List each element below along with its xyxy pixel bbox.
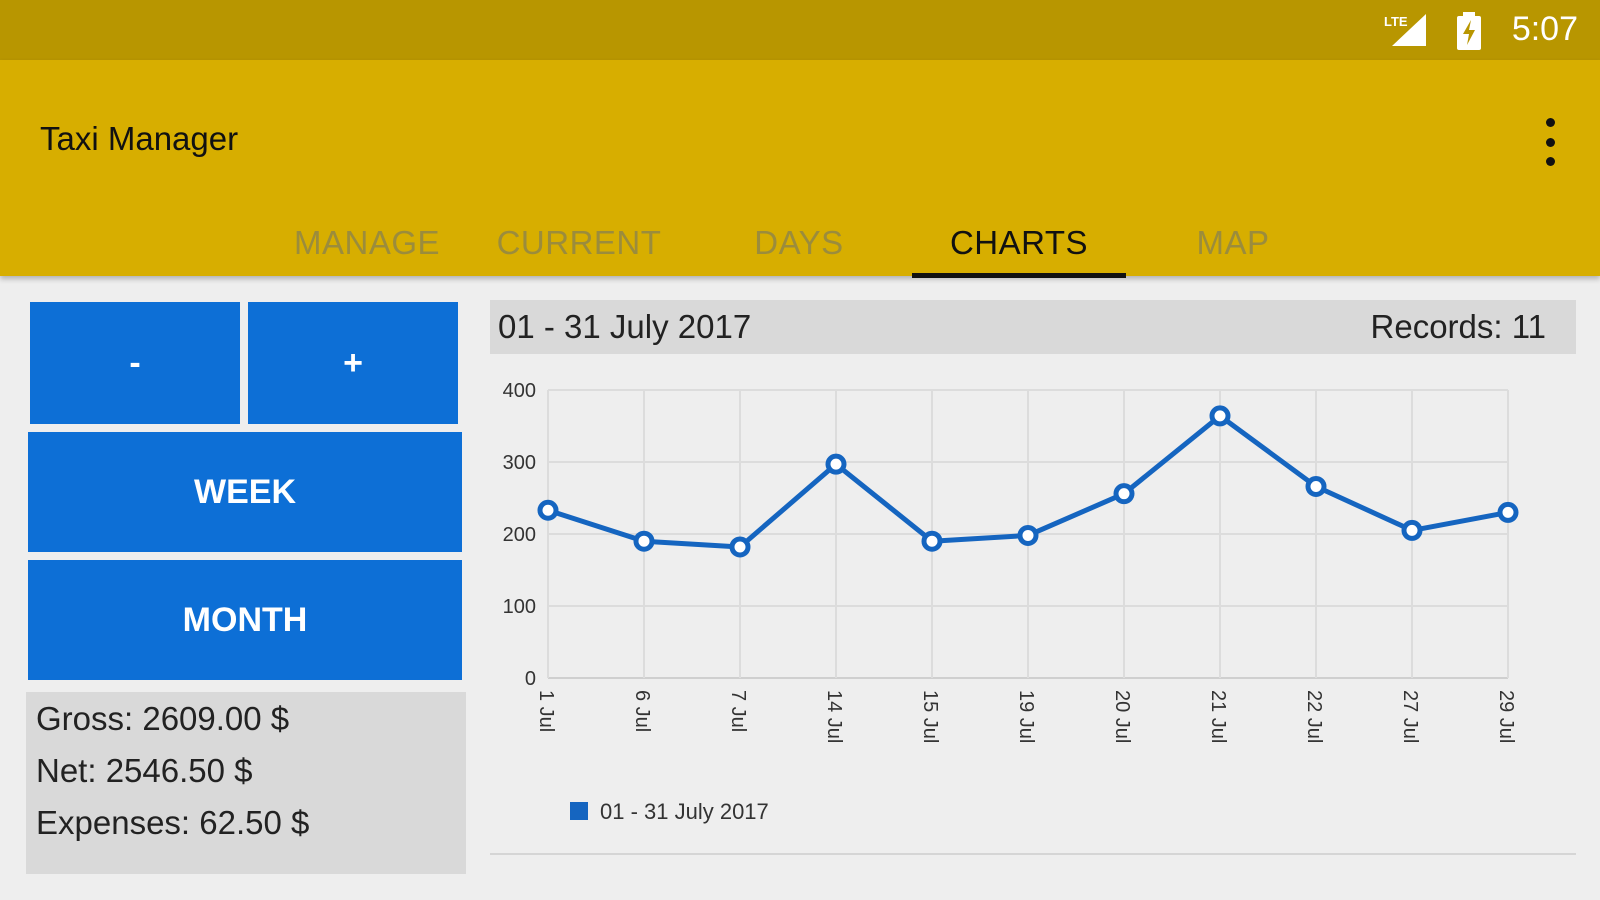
data-point <box>1209 405 1231 427</box>
week-button[interactable]: WEEK <box>28 432 462 552</box>
x-tick-label: 6 Jul <box>631 690 653 732</box>
tab-map[interactable]: MAP <box>1126 210 1340 276</box>
tab-days[interactable]: DAYS <box>692 210 906 276</box>
x-tick-label: 29 Jul <box>1495 690 1517 743</box>
next-period-button[interactable]: + <box>248 302 458 424</box>
net-value: Net: 2546.50 $ <box>36 752 253 789</box>
chart-divider <box>490 853 1576 855</box>
x-tick-label: 27 Jul <box>1399 690 1421 743</box>
y-tick-label: 400 <box>503 380 536 402</box>
y-tick-label: 300 <box>503 452 536 474</box>
data-point <box>1113 483 1135 505</box>
data-point <box>537 499 559 521</box>
y-tick-label: 100 <box>503 596 536 618</box>
data-point <box>633 530 655 552</box>
lte-signal-icon: LTE <box>1384 14 1426 46</box>
x-tick-label: 7 Jul <box>727 690 749 732</box>
data-point <box>729 536 751 558</box>
app-bar: Taxi Manager MANAGE CURRENT DAYS CHARTS … <box>0 60 1600 278</box>
tab-manage[interactable]: MANAGE <box>260 210 474 276</box>
x-tick-label: 1 Jul <box>535 690 557 732</box>
data-point <box>1401 519 1423 541</box>
chart-panel: 01 - 31 July 2017 Records: 11 0 100 200 300… <box>490 300 1576 856</box>
x-tick-label: 22 Jul <box>1303 690 1325 743</box>
summary-stats: Gross: 2609.00 $ Net: 2546.50 $ Expenses… <box>26 692 466 874</box>
tab-charts[interactable]: CHARTS <box>912 210 1126 278</box>
app-title: Taxi Manager <box>40 120 239 157</box>
data-point <box>1017 524 1039 546</box>
y-tick-label: 200 <box>503 524 536 546</box>
x-tick-label: 20 Jul <box>1111 690 1133 743</box>
line-chart: 0 100 200 300 400 1 Jul 6 Jul 7 Jul 14 Jul 15 Jul… <box>503 380 1519 824</box>
previous-period-button[interactable]: - <box>30 302 240 424</box>
overflow-menu-icon[interactable] <box>1538 118 1562 166</box>
tab-bar: MANAGE CURRENT DAYS CHARTS MAP <box>0 210 1600 278</box>
y-tick-label: 0 <box>525 668 536 690</box>
x-tick-label: 19 Jul <box>1015 690 1037 743</box>
data-point <box>1305 475 1327 497</box>
x-tick-label: 15 Jul <box>919 690 941 743</box>
data-point <box>921 530 943 552</box>
status-time: 5:07 <box>1511 10 1578 48</box>
data-point <box>825 453 847 475</box>
legend-label: 01 - 31 July 2017 <box>600 799 769 824</box>
tab-current[interactable]: CURRENT <box>472 210 686 276</box>
x-tick-label: 14 Jul <box>823 690 845 743</box>
x-tick-label: 21 Jul <box>1207 690 1229 743</box>
legend-swatch <box>570 802 588 820</box>
svg-text:LTE: LTE <box>1384 14 1408 29</box>
battery-charging-icon <box>1457 12 1481 50</box>
month-button[interactable]: MONTH <box>28 560 462 680</box>
gross-value: Gross: 2609.00 $ <box>36 700 290 737</box>
data-point <box>1497 501 1519 523</box>
expenses-value: Expenses: 62.50 $ <box>36 804 310 841</box>
status-bar: LTE 5:07 <box>0 0 1600 60</box>
